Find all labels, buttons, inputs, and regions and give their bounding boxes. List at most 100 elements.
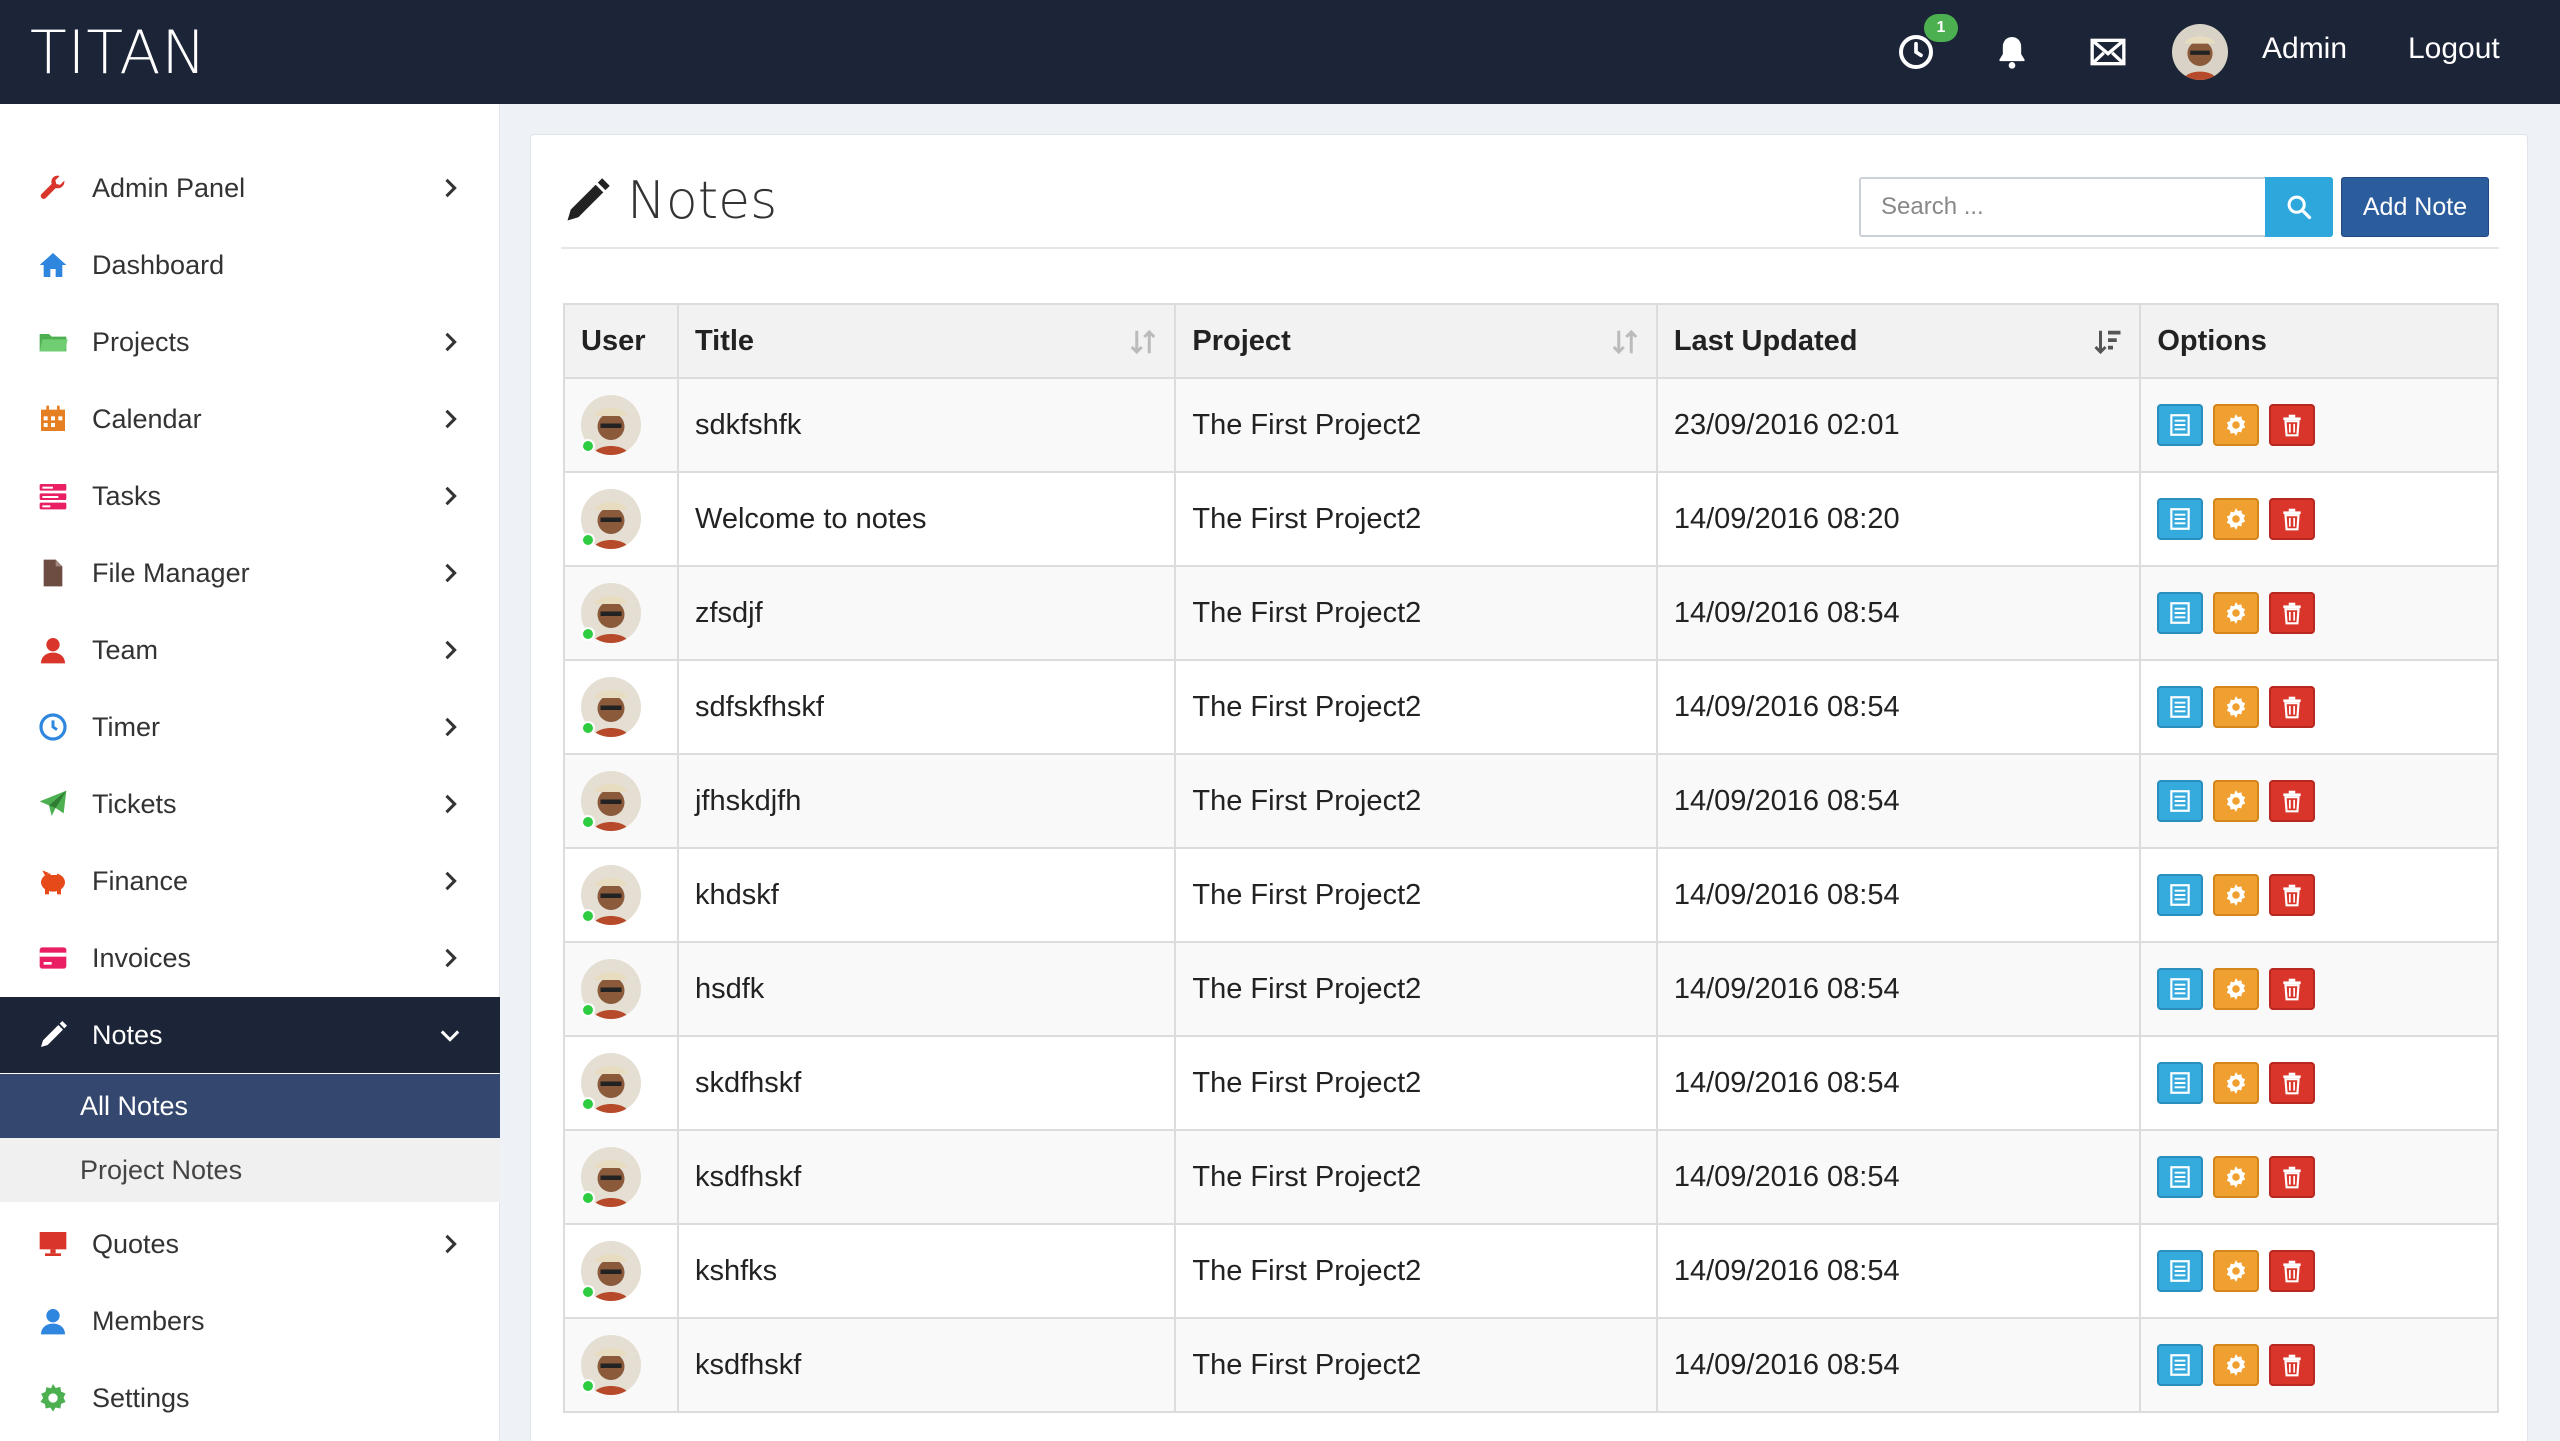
sidebar-subitem-project-notes[interactable]: Project Notes bbox=[0, 1138, 500, 1202]
view-note-button[interactable] bbox=[2157, 874, 2204, 916]
logout-link[interactable]: Logout bbox=[2408, 32, 2500, 66]
view-note-button[interactable] bbox=[2157, 404, 2204, 446]
delete-note-button[interactable] bbox=[2269, 780, 2316, 822]
sidebar-item-admin-panel[interactable]: Admin Panel bbox=[0, 150, 500, 226]
cell-title[interactable]: hsdfk bbox=[676, 941, 1177, 1037]
sidebar-item-dashboard[interactable]: Dashboard bbox=[0, 227, 500, 303]
column-header-last-updated[interactable]: Last Updated bbox=[1655, 303, 2142, 379]
search-input[interactable] bbox=[1859, 177, 2265, 237]
table-row[interactable]: sdfskfhskf The First Project2 14/09/2016 0… bbox=[563, 659, 2499, 755]
avatar[interactable] bbox=[581, 489, 641, 549]
edit-note-button[interactable] bbox=[2213, 874, 2260, 916]
column-header-title[interactable]: Title bbox=[676, 303, 1177, 379]
table-row[interactable]: Welcome to notes The First Project2 14/09/… bbox=[563, 471, 2499, 567]
edit-note-button[interactable] bbox=[2213, 1344, 2260, 1386]
cell-title[interactable]: jfhskdjfh bbox=[676, 753, 1177, 849]
edit-note-button[interactable] bbox=[2213, 686, 2260, 728]
edit-note-button[interactable] bbox=[2213, 968, 2260, 1010]
delete-note-button[interactable] bbox=[2269, 592, 2316, 634]
sidebar-item-finance[interactable]: Finance bbox=[0, 843, 500, 919]
user-avatar[interactable] bbox=[2172, 24, 2228, 80]
sidebar-item-tickets[interactable]: Tickets bbox=[0, 766, 500, 842]
table-row[interactable]: skdfhskf The First Project2 14/09/2016 08:… bbox=[563, 1035, 2499, 1131]
sidebar-item-calendar[interactable]: Calendar bbox=[0, 381, 500, 457]
sidebar-item-invoices[interactable]: Invoices bbox=[0, 920, 500, 996]
sidebar-item-timer[interactable]: Timer bbox=[0, 689, 500, 765]
notes-panel: Notes Add Note User Title Project Last U… bbox=[530, 134, 2528, 1441]
avatar[interactable] bbox=[581, 865, 641, 925]
table-row[interactable]: jfhskdjfh The First Project2 14/09/2016 08… bbox=[563, 753, 2499, 849]
avatar[interactable] bbox=[581, 771, 641, 831]
cell-project: The First Project2 bbox=[1174, 471, 1658, 567]
cell-title[interactable]: kshfks bbox=[676, 1223, 1177, 1319]
delete-note-button[interactable] bbox=[2269, 404, 2316, 446]
cell-title[interactable]: sdfskfhskf bbox=[676, 659, 1177, 755]
avatar[interactable] bbox=[581, 677, 641, 737]
view-note-button[interactable] bbox=[2157, 686, 2204, 728]
avatar[interactable] bbox=[581, 959, 641, 1019]
view-note-button[interactable] bbox=[2157, 1344, 2204, 1386]
delete-note-button[interactable] bbox=[2269, 874, 2316, 916]
avatar[interactable] bbox=[581, 395, 641, 455]
cell-title[interactable]: ksdfhskf bbox=[676, 1317, 1177, 1413]
user-icon bbox=[36, 633, 70, 667]
delete-note-button[interactable] bbox=[2269, 968, 2316, 1010]
sidebar-item-tasks[interactable]: Tasks bbox=[0, 458, 500, 534]
sidebar-subitem-all-notes[interactable]: All Notes bbox=[0, 1074, 500, 1138]
cell-title[interactable]: Welcome to notes bbox=[676, 471, 1177, 567]
table-row[interactable]: khdskf The First Project2 14/09/2016 08:54 bbox=[563, 847, 2499, 943]
timer-nav-button[interactable]: 1 bbox=[1888, 14, 1958, 80]
cell-title[interactable]: zfsdjf bbox=[676, 565, 1177, 661]
delete-note-button[interactable] bbox=[2269, 1062, 2316, 1104]
edit-note-button[interactable] bbox=[2213, 1062, 2260, 1104]
edit-note-button[interactable] bbox=[2213, 404, 2260, 446]
table-row[interactable]: sdkfshfk The First Project2 23/09/2016 02:… bbox=[563, 377, 2499, 473]
search-button[interactable] bbox=[2265, 177, 2333, 237]
avatar[interactable] bbox=[581, 1335, 641, 1395]
paper-plane-icon bbox=[36, 787, 70, 821]
avatar[interactable] bbox=[581, 1147, 641, 1207]
user-name-link[interactable]: Admin bbox=[2262, 32, 2347, 66]
edit-note-button[interactable] bbox=[2213, 498, 2260, 540]
messages-button[interactable] bbox=[2080, 24, 2136, 80]
delete-note-button[interactable] bbox=[2269, 1344, 2316, 1386]
view-note-button[interactable] bbox=[2157, 498, 2204, 540]
sidebar-item-quotes[interactable]: Quotes bbox=[0, 1206, 500, 1282]
avatar[interactable] bbox=[581, 1053, 641, 1113]
view-note-button[interactable] bbox=[2157, 1250, 2204, 1292]
delete-note-button[interactable] bbox=[2269, 686, 2316, 728]
add-note-button[interactable]: Add Note bbox=[2341, 177, 2489, 237]
table-row[interactable]: zfsdjf The First Project2 14/09/2016 08:54 bbox=[563, 565, 2499, 661]
edit-note-button[interactable] bbox=[2213, 592, 2260, 634]
sidebar-item-settings[interactable]: Settings bbox=[0, 1360, 500, 1436]
view-note-button[interactable] bbox=[2157, 968, 2204, 1010]
table-row[interactable]: ksdfhskf The First Project2 14/09/2016 08:… bbox=[563, 1129, 2499, 1225]
view-note-button[interactable] bbox=[2157, 1062, 2204, 1104]
avatar[interactable] bbox=[581, 1241, 641, 1301]
sidebar-item-projects[interactable]: Projects bbox=[0, 304, 500, 380]
sidebar-item-file-manager[interactable]: File Manager bbox=[0, 535, 500, 611]
edit-note-button[interactable] bbox=[2213, 780, 2260, 822]
table-row[interactable]: kshfks The First Project2 14/09/2016 08:54 bbox=[563, 1223, 2499, 1319]
sidebar-item-team[interactable]: Team bbox=[0, 612, 500, 688]
view-note-button[interactable] bbox=[2157, 1156, 2204, 1198]
edit-note-button[interactable] bbox=[2213, 1156, 2260, 1198]
cell-title[interactable]: skdfhskf bbox=[676, 1035, 1177, 1131]
delete-note-button[interactable] bbox=[2269, 1156, 2316, 1198]
column-header-project[interactable]: Project bbox=[1174, 303, 1658, 379]
view-note-button[interactable] bbox=[2157, 780, 2204, 822]
delete-note-button[interactable] bbox=[2269, 1250, 2316, 1292]
cell-title[interactable]: ksdfhskf bbox=[676, 1129, 1177, 1225]
cell-title[interactable]: sdkfshfk bbox=[676, 377, 1177, 473]
cell-title[interactable]: khdskf bbox=[676, 847, 1177, 943]
sidebar-item-notes[interactable]: Notes bbox=[0, 997, 500, 1073]
delete-note-button[interactable] bbox=[2269, 498, 2316, 540]
edit-note-button[interactable] bbox=[2213, 1250, 2260, 1292]
avatar[interactable] bbox=[581, 583, 641, 643]
table-row[interactable]: hsdfk The First Project2 14/09/2016 08:54 bbox=[563, 941, 2499, 1037]
sidebar-item-members[interactable]: Members bbox=[0, 1283, 500, 1359]
notifications-button[interactable] bbox=[1984, 24, 2040, 80]
brand-logo[interactable]: TITAN bbox=[30, 18, 207, 88]
table-row[interactable]: ksdfhskf The First Project2 14/09/2016 08:… bbox=[563, 1317, 2499, 1413]
view-note-button[interactable] bbox=[2157, 592, 2204, 634]
